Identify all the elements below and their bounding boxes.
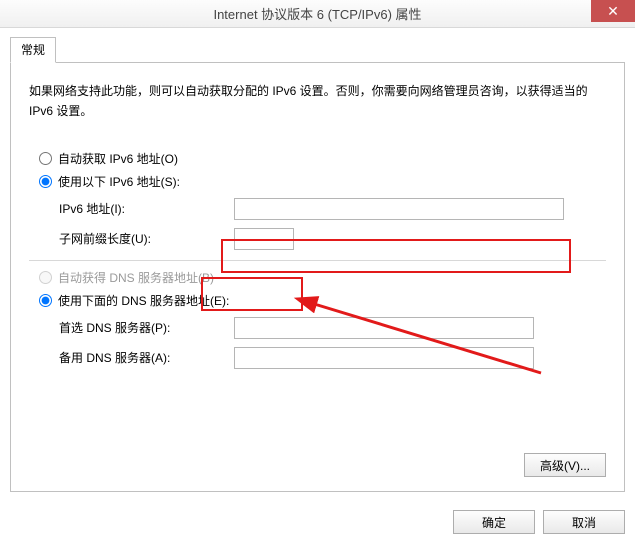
content-area: 常规 如果网络支持此功能，则可以自动获取分配的 IPv6 设置。否则，你需要向网… [0,28,635,502]
close-button[interactable]: ✕ [591,0,635,22]
radio-auto-dns-label: 自动获得 DNS 服务器地址(B) [58,269,214,286]
radio-auto-dns-input [39,271,52,284]
radio-manual-dns-label: 使用下面的 DNS 服务器地址(E): [58,292,229,309]
row-preferred-dns: 首选 DNS 服务器(P): [59,317,606,339]
tabstrip: 常规 [10,36,625,62]
row-prefix-length: 子网前缀长度(U): [59,228,606,250]
radio-manual-ip[interactable]: 使用以下 IPv6 地址(S): [39,173,606,190]
radio-manual-dns-input[interactable] [39,294,52,307]
input-ipv6-address[interactable] [234,198,564,220]
titlebar: Internet 协议版本 6 (TCP/IPv6) 属性 ✕ [0,0,635,28]
dns-fields: 首选 DNS 服务器(P): 备用 DNS 服务器(A): [29,317,606,369]
input-preferred-dns[interactable] [234,317,534,339]
row-ipv6-address: IPv6 地址(I): [59,198,606,220]
label-prefix-length: 子网前缀长度(U): [59,230,234,247]
divider [29,260,606,261]
radio-auto-ip[interactable]: 自动获取 IPv6 地址(O) [39,150,606,167]
advanced-button[interactable]: 高级(V)... [524,453,606,477]
label-alternate-dns: 备用 DNS 服务器(A): [59,349,234,366]
description-text: 如果网络支持此功能，则可以自动获取分配的 IPv6 设置。否则，你需要向网络管理… [29,81,606,122]
general-panel: 如果网络支持此功能，则可以自动获取分配的 IPv6 设置。否则，你需要向网络管理… [10,62,625,492]
label-ipv6-address: IPv6 地址(I): [59,200,234,217]
advanced-row: 高级(V)... [524,453,606,477]
cancel-button[interactable]: 取消 [543,510,625,534]
tab-general[interactable]: 常规 [10,37,56,63]
radio-auto-dns: 自动获得 DNS 服务器地址(B) [39,269,606,286]
radio-auto-ip-input[interactable] [39,152,52,165]
window-title: Internet 协议版本 6 (TCP/IPv6) 属性 [213,4,421,23]
radio-auto-ip-label: 自动获取 IPv6 地址(O) [58,150,178,167]
input-prefix-length[interactable] [234,228,294,250]
close-icon: ✕ [607,4,619,18]
radio-manual-dns[interactable]: 使用下面的 DNS 服务器地址(E): [39,292,606,309]
label-preferred-dns: 首选 DNS 服务器(P): [59,319,234,336]
ok-button[interactable]: 确定 [453,510,535,534]
radio-manual-ip-input[interactable] [39,175,52,188]
radio-manual-ip-label: 使用以下 IPv6 地址(S): [58,173,180,190]
row-alternate-dns: 备用 DNS 服务器(A): [59,347,606,369]
input-alternate-dns[interactable] [234,347,534,369]
dialog-footer: 确定 取消 [0,502,635,544]
